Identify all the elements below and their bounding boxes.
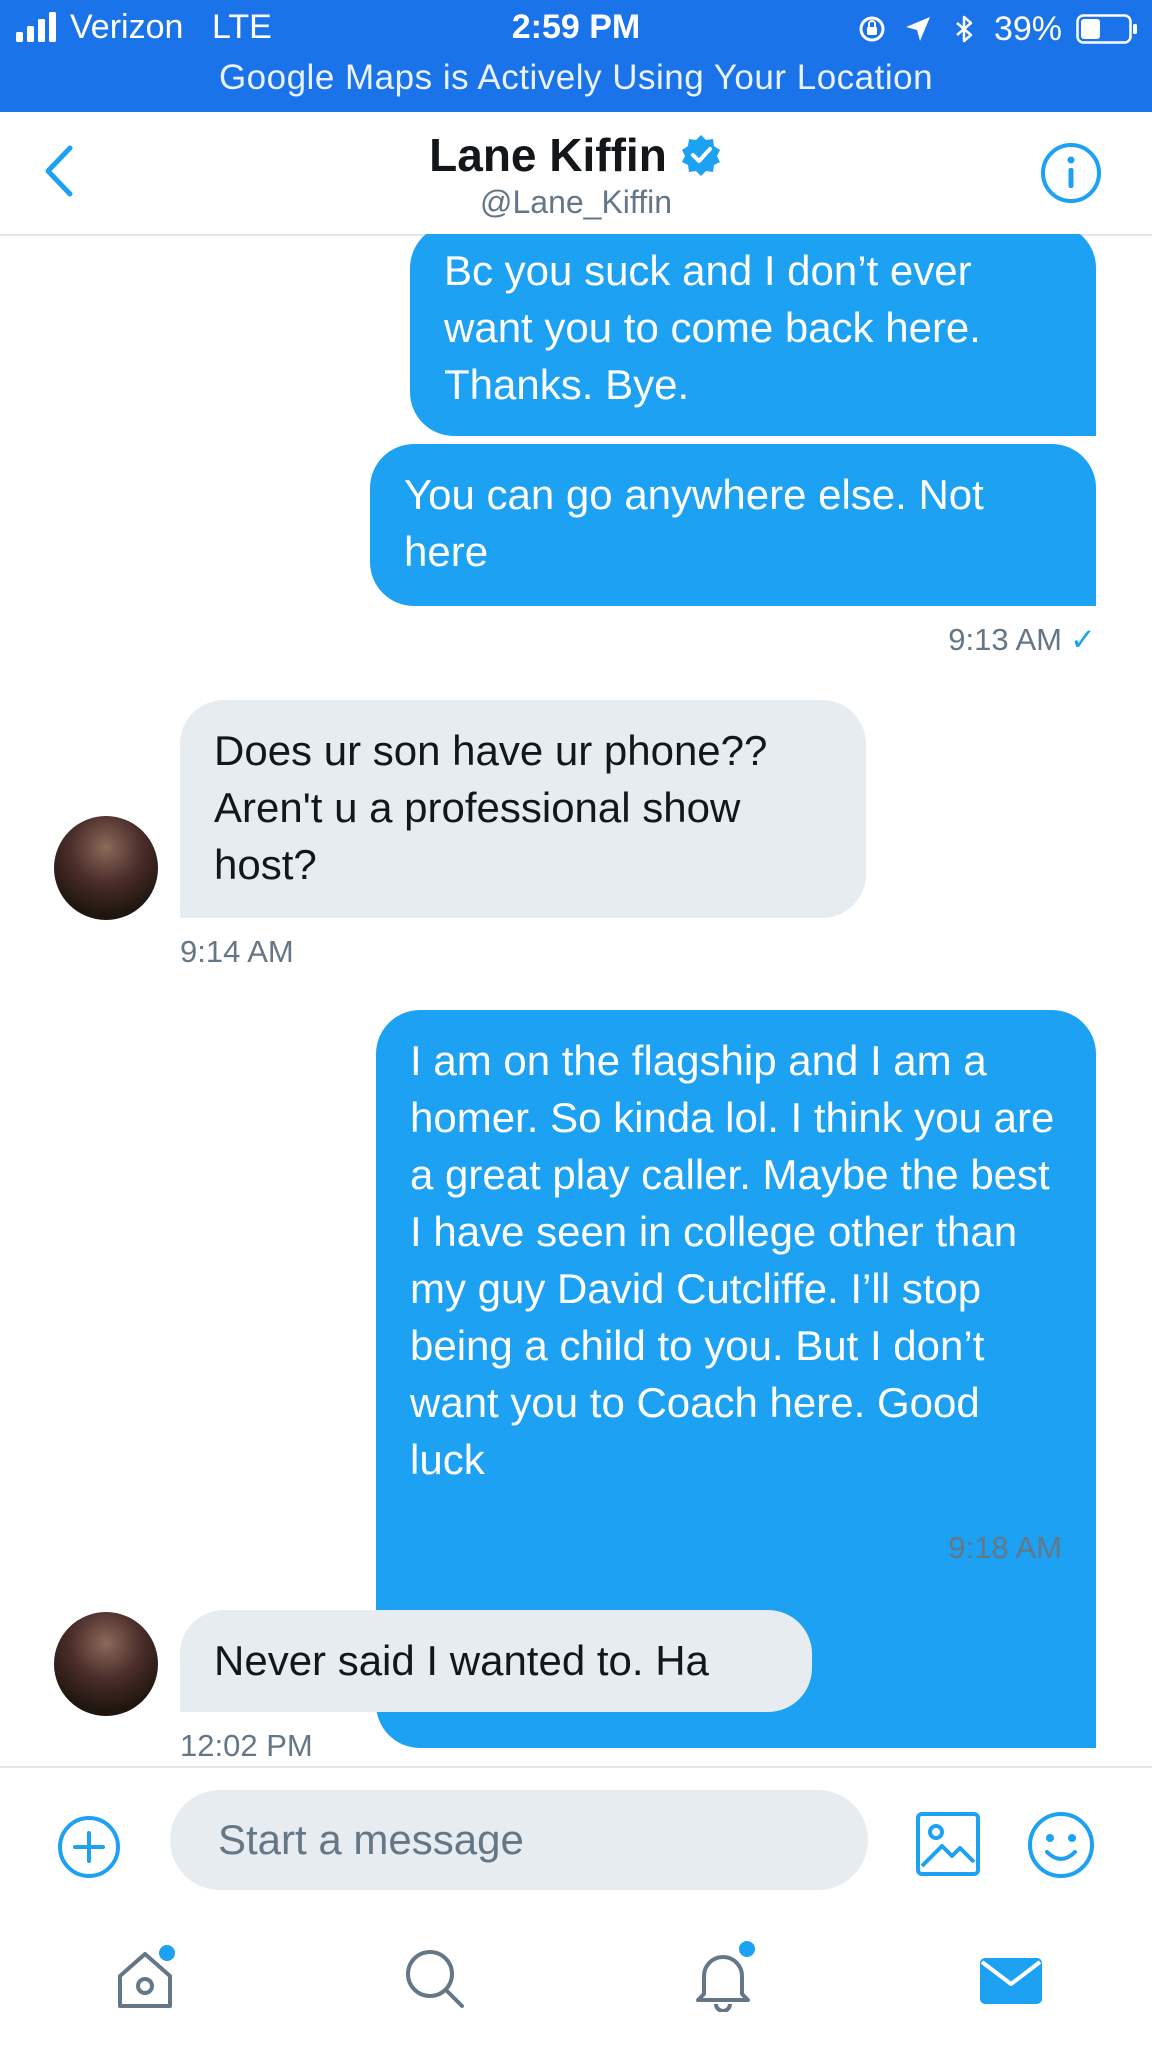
contact-avatar[interactable] (54, 816, 158, 920)
message-composer (0, 1766, 1152, 1916)
mail-icon[interactable] (976, 1946, 1046, 2012)
search-icon[interactable] (402, 1946, 468, 2012)
verified-badge-icon (681, 135, 720, 176)
contact-handle: @Lane_Kiffin (479, 184, 673, 220)
message-input[interactable] (170, 1790, 868, 1890)
message-bubble-incoming[interactable]: Never said I wanted to. Ha (180, 1610, 812, 1712)
rotation-lock-icon (859, 16, 885, 42)
add-media-icon[interactable] (56, 1814, 122, 1880)
status-bar: Verizon LTE 2:59 PM 39% Google Maps is A… (0, 0, 1152, 112)
message-bubble-outgoing[interactable]: You can go anywhere else. Not here (370, 444, 1096, 606)
info-icon[interactable] (1040, 142, 1102, 204)
notifications-badge-dot (736, 1938, 758, 1960)
status-bar-row: Verizon LTE 2:59 PM 39% (0, 0, 1152, 58)
home-badge-dot (156, 1942, 178, 1964)
location-banner[interactable]: Google Maps is Actively Using Your Locat… (0, 58, 1152, 98)
battery-percent: 39% (993, 9, 1062, 48)
message-bubble-incoming[interactable]: Does ur son have ur phone?? Aren't u a p… (180, 700, 866, 918)
contact-name: Lane Kiffin (429, 129, 667, 181)
message-timestamp: 9:13 AM ✓ (948, 622, 1096, 658)
conversation-header: Lane Kiffin @Lane_Kiffin (0, 112, 1152, 236)
bluetooth-icon (956, 15, 973, 43)
read-check-icon: ✓ (1070, 1530, 1096, 1565)
status-right-group: 39% (856, 10, 1138, 48)
contact-name-row: Lane Kiffin (429, 128, 723, 182)
battery-icon (1076, 14, 1137, 44)
message-timestamp: 9:14 AM (180, 934, 294, 969)
contact-avatar[interactable] (54, 1612, 158, 1716)
message-bubble-outgoing[interactable]: Bc you suck and I don’t ever want you to… (410, 234, 1096, 436)
timestamp-text: 9:13 AM (948, 622, 1063, 657)
message-thread[interactable]: Bc you suck and I don’t ever want you to… (0, 234, 1152, 1766)
conversation-title[interactable]: Lane Kiffin @Lane_Kiffin (0, 128, 1152, 221)
emoji-icon[interactable] (1026, 1810, 1096, 1880)
read-check-icon: ✓ (1070, 622, 1096, 657)
image-icon[interactable] (914, 1810, 982, 1878)
message-timestamp: 9:18 AM ✓ (948, 1530, 1096, 1566)
timestamp-text: 9:18 AM (948, 1530, 1063, 1565)
message-timestamp: 12:02 PM (180, 1728, 313, 1763)
bottom-tab-bar (0, 1914, 1152, 2048)
location-arrow-icon (905, 17, 930, 41)
